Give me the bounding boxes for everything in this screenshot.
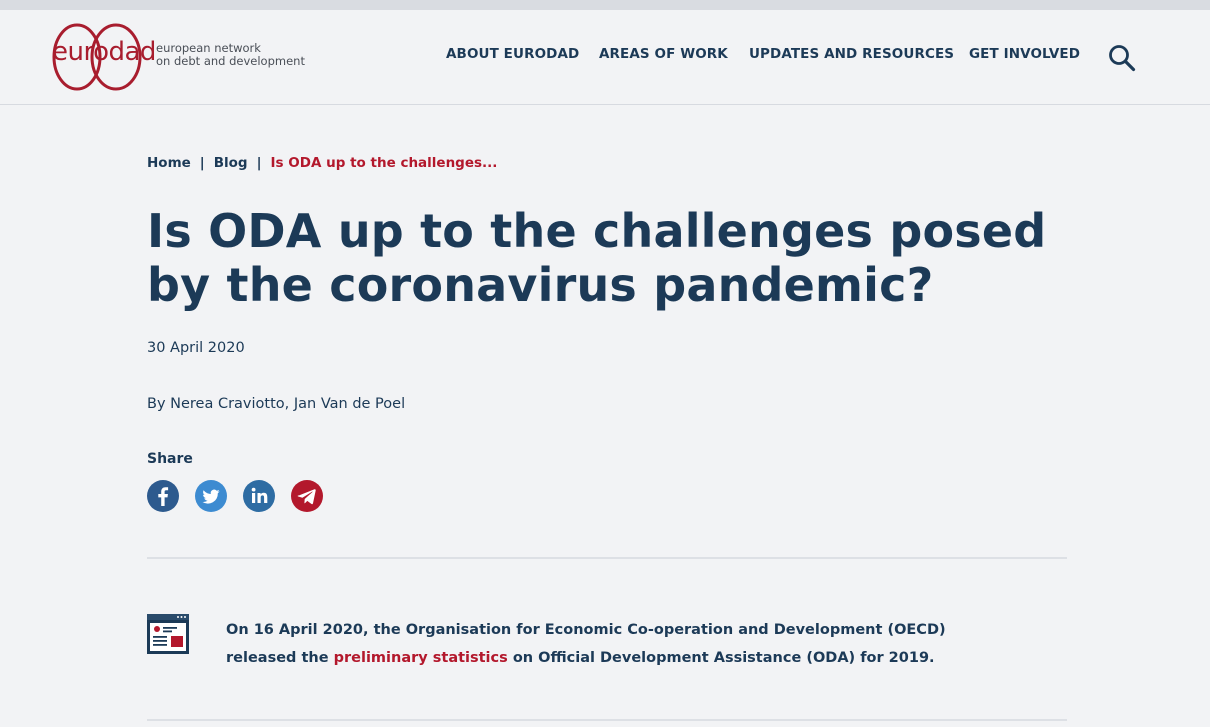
logo-wordmark: eurodad: [52, 37, 156, 67]
breadcrumb-blog[interactable]: Blog: [214, 155, 248, 171]
share-telegram-button[interactable]: [291, 480, 323, 512]
share-label: Share: [147, 451, 193, 467]
page-title: Is ODA up to the challenges posed by the…: [147, 204, 1047, 312]
breadcrumb-separator: |: [256, 155, 262, 171]
preliminary-statistics-link[interactable]: preliminary statistics: [334, 650, 508, 666]
breadcrumb-separator: |: [199, 155, 205, 171]
twitter-icon: [202, 489, 220, 504]
linkedin-icon: [251, 487, 268, 503]
share-linkedin-button[interactable]: [243, 480, 275, 512]
share-twitter-button[interactable]: [195, 480, 227, 512]
breadcrumb-home[interactable]: Home: [147, 155, 191, 171]
nav-updates-and-resources[interactable]: UPDATES AND RESOURCES: [749, 46, 954, 62]
article-intro: On 16 April 2020, the Organisation for E…: [226, 616, 986, 672]
share-facebook-button[interactable]: [147, 480, 179, 512]
nav-about-eurodad[interactable]: ABOUT EURODAD: [446, 46, 579, 62]
eurodad-logo[interactable]: eurodad european network on debt and dev…: [52, 23, 305, 93]
search-button[interactable]: [1108, 44, 1136, 72]
nav-get-involved[interactable]: GET INVOLVED: [969, 46, 1080, 62]
breadcrumb-current: Is ODA up to the challenges...: [270, 155, 498, 171]
facebook-icon: [158, 487, 169, 506]
logo-tagline-line2: on debt and development: [156, 54, 305, 68]
top-utility-strip: [0, 0, 1210, 10]
article-byline: By Nerea Craviotto, Jan Van de Poel: [147, 396, 406, 412]
intro-text-after: on Official Development Assistance (ODA)…: [507, 650, 935, 666]
search-icon: [1109, 45, 1136, 72]
share-buttons: [147, 480, 323, 512]
site-header: eurodad european network on debt and dev…: [0, 10, 1210, 105]
section-divider: [147, 719, 1067, 721]
article-intro-icon: [147, 614, 189, 659]
telegram-icon: [297, 489, 316, 505]
breadcrumb: Home | Blog | Is ODA up to the challenge…: [147, 155, 497, 171]
section-divider: [147, 557, 1067, 559]
logo-tagline: european network on debt and development: [156, 42, 306, 68]
article-date: 30 April 2020: [147, 340, 245, 356]
document-preview-icon: [147, 614, 189, 654]
nav-areas-of-work[interactable]: AREAS OF WORK: [599, 46, 728, 62]
